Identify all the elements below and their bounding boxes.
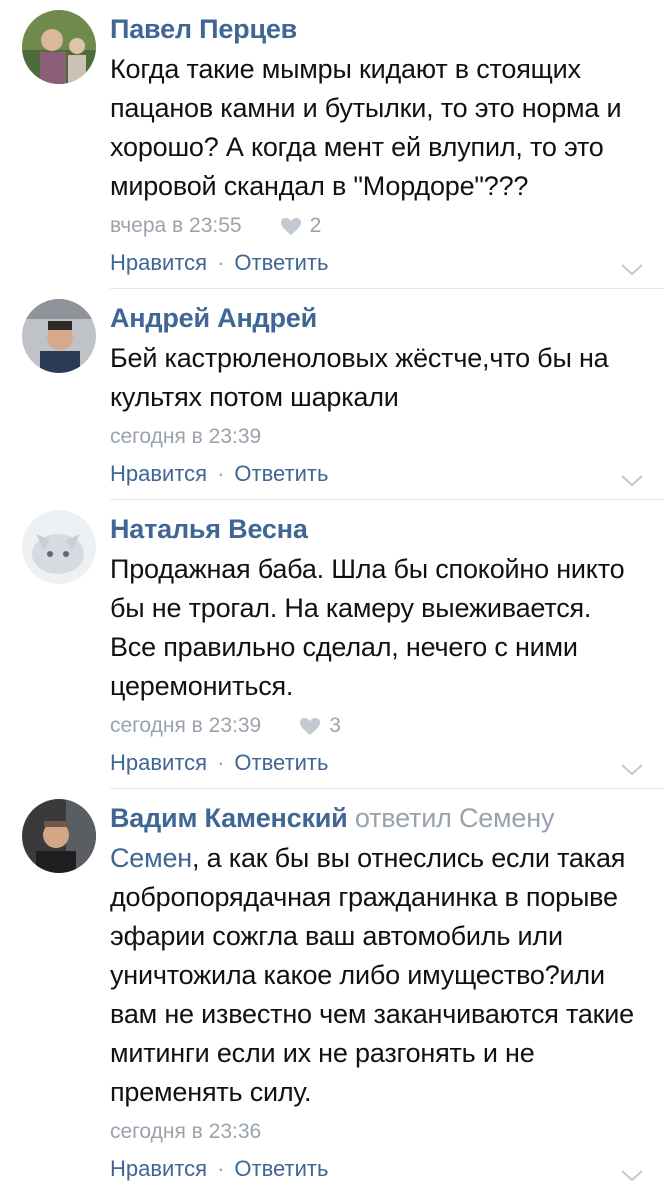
chevron-down-icon[interactable] [621, 764, 643, 776]
comment-actions: Нравится · Ответить [110, 248, 643, 288]
separator-dot: · [217, 750, 225, 775]
comment-author[interactable]: Вадим Каменский ответил Семену [110, 801, 643, 835]
mention-link[interactable]: Семен [110, 843, 192, 873]
comment-meta: вчера в 23:55 2 [110, 212, 643, 240]
comment-time[interactable]: сегодня в 23:39 [110, 712, 261, 740]
comment-item: Вадим Каменский ответил Семену Семен, а … [22, 788, 663, 1194]
likes-value: 2 [309, 214, 322, 237]
comment-body: Вадим Каменский ответил Семену Семен, а … [110, 801, 663, 1194]
avatar[interactable] [22, 510, 96, 584]
separator-dot: · [217, 461, 225, 486]
like-button[interactable]: Нравится [110, 1154, 207, 1184]
comment-text: Бей кастрюленоловых жёстче,что бы на кул… [110, 343, 609, 412]
comment-time[interactable]: сегодня в 23:39 [110, 423, 261, 451]
avatar[interactable] [22, 299, 96, 373]
reply-button[interactable]: Ответить [234, 459, 328, 489]
like-button[interactable]: Нравится [110, 248, 207, 278]
comment-time[interactable]: вчера в 23:55 [110, 212, 242, 240]
comment-item: Павел Перцев Когда такие мымры кидают в … [0, 0, 663, 288]
heart-icon [280, 217, 301, 235]
comment-author[interactable]: Павел Перцев [110, 12, 643, 46]
separator-dot: · [217, 250, 225, 275]
comment-text: Продажная баба. Шла бы спокойно никто бы… [110, 554, 625, 701]
comment-body: Андрей Андрей Бей кастрюленоловых жёстче… [110, 301, 663, 499]
comment-text: Семен, а как бы вы отнеслись если такая … [110, 843, 634, 1107]
avatar[interactable] [22, 10, 96, 84]
comment-actions: Нравится · Ответить [110, 748, 643, 788]
comment-meta: сегодня в 23:36 [110, 1118, 643, 1146]
comment-text: Когда такие мымры кидают в стоящих пацан… [110, 54, 622, 201]
reply-button[interactable]: Ответить [234, 748, 328, 778]
comment-item: Андрей Андрей Бей кастрюленоловых жёстче… [22, 288, 663, 499]
chevron-down-icon[interactable] [621, 475, 643, 487]
comment-body: Наталья Весна Продажная баба. Шла бы спо… [110, 512, 663, 788]
heart-icon [300, 717, 321, 735]
reply-button[interactable]: Ответить [234, 1154, 328, 1184]
reply-note[interactable]: ответил Семену [355, 803, 555, 833]
comment-actions: Нравится · Ответить [110, 459, 643, 499]
comment-meta: сегодня в 23:39 3 [110, 712, 643, 740]
likes-count: 2 [280, 212, 322, 240]
comment-body: Павел Перцев Когда такие мымры кидают в … [110, 12, 663, 288]
like-button[interactable]: Нравится [110, 748, 207, 778]
comment-meta: сегодня в 23:39 [110, 423, 643, 451]
comment-actions: Нравится · Ответить [110, 1154, 643, 1194]
comment-item: Наталья Весна Продажная баба. Шла бы спо… [22, 499, 663, 788]
likes-count: 3 [299, 712, 341, 740]
avatar[interactable] [22, 799, 96, 873]
reply-button[interactable]: Ответить [234, 248, 328, 278]
separator-dot: · [217, 1156, 225, 1181]
chevron-down-icon[interactable] [621, 1170, 643, 1182]
chevron-down-icon[interactable] [621, 264, 643, 276]
comment-author[interactable]: Андрей Андрей [110, 301, 643, 335]
comment-author[interactable]: Наталья Весна [110, 512, 643, 546]
like-button[interactable]: Нравится [110, 459, 207, 489]
likes-value: 3 [329, 714, 341, 737]
comment-time[interactable]: сегодня в 23:36 [110, 1118, 261, 1146]
